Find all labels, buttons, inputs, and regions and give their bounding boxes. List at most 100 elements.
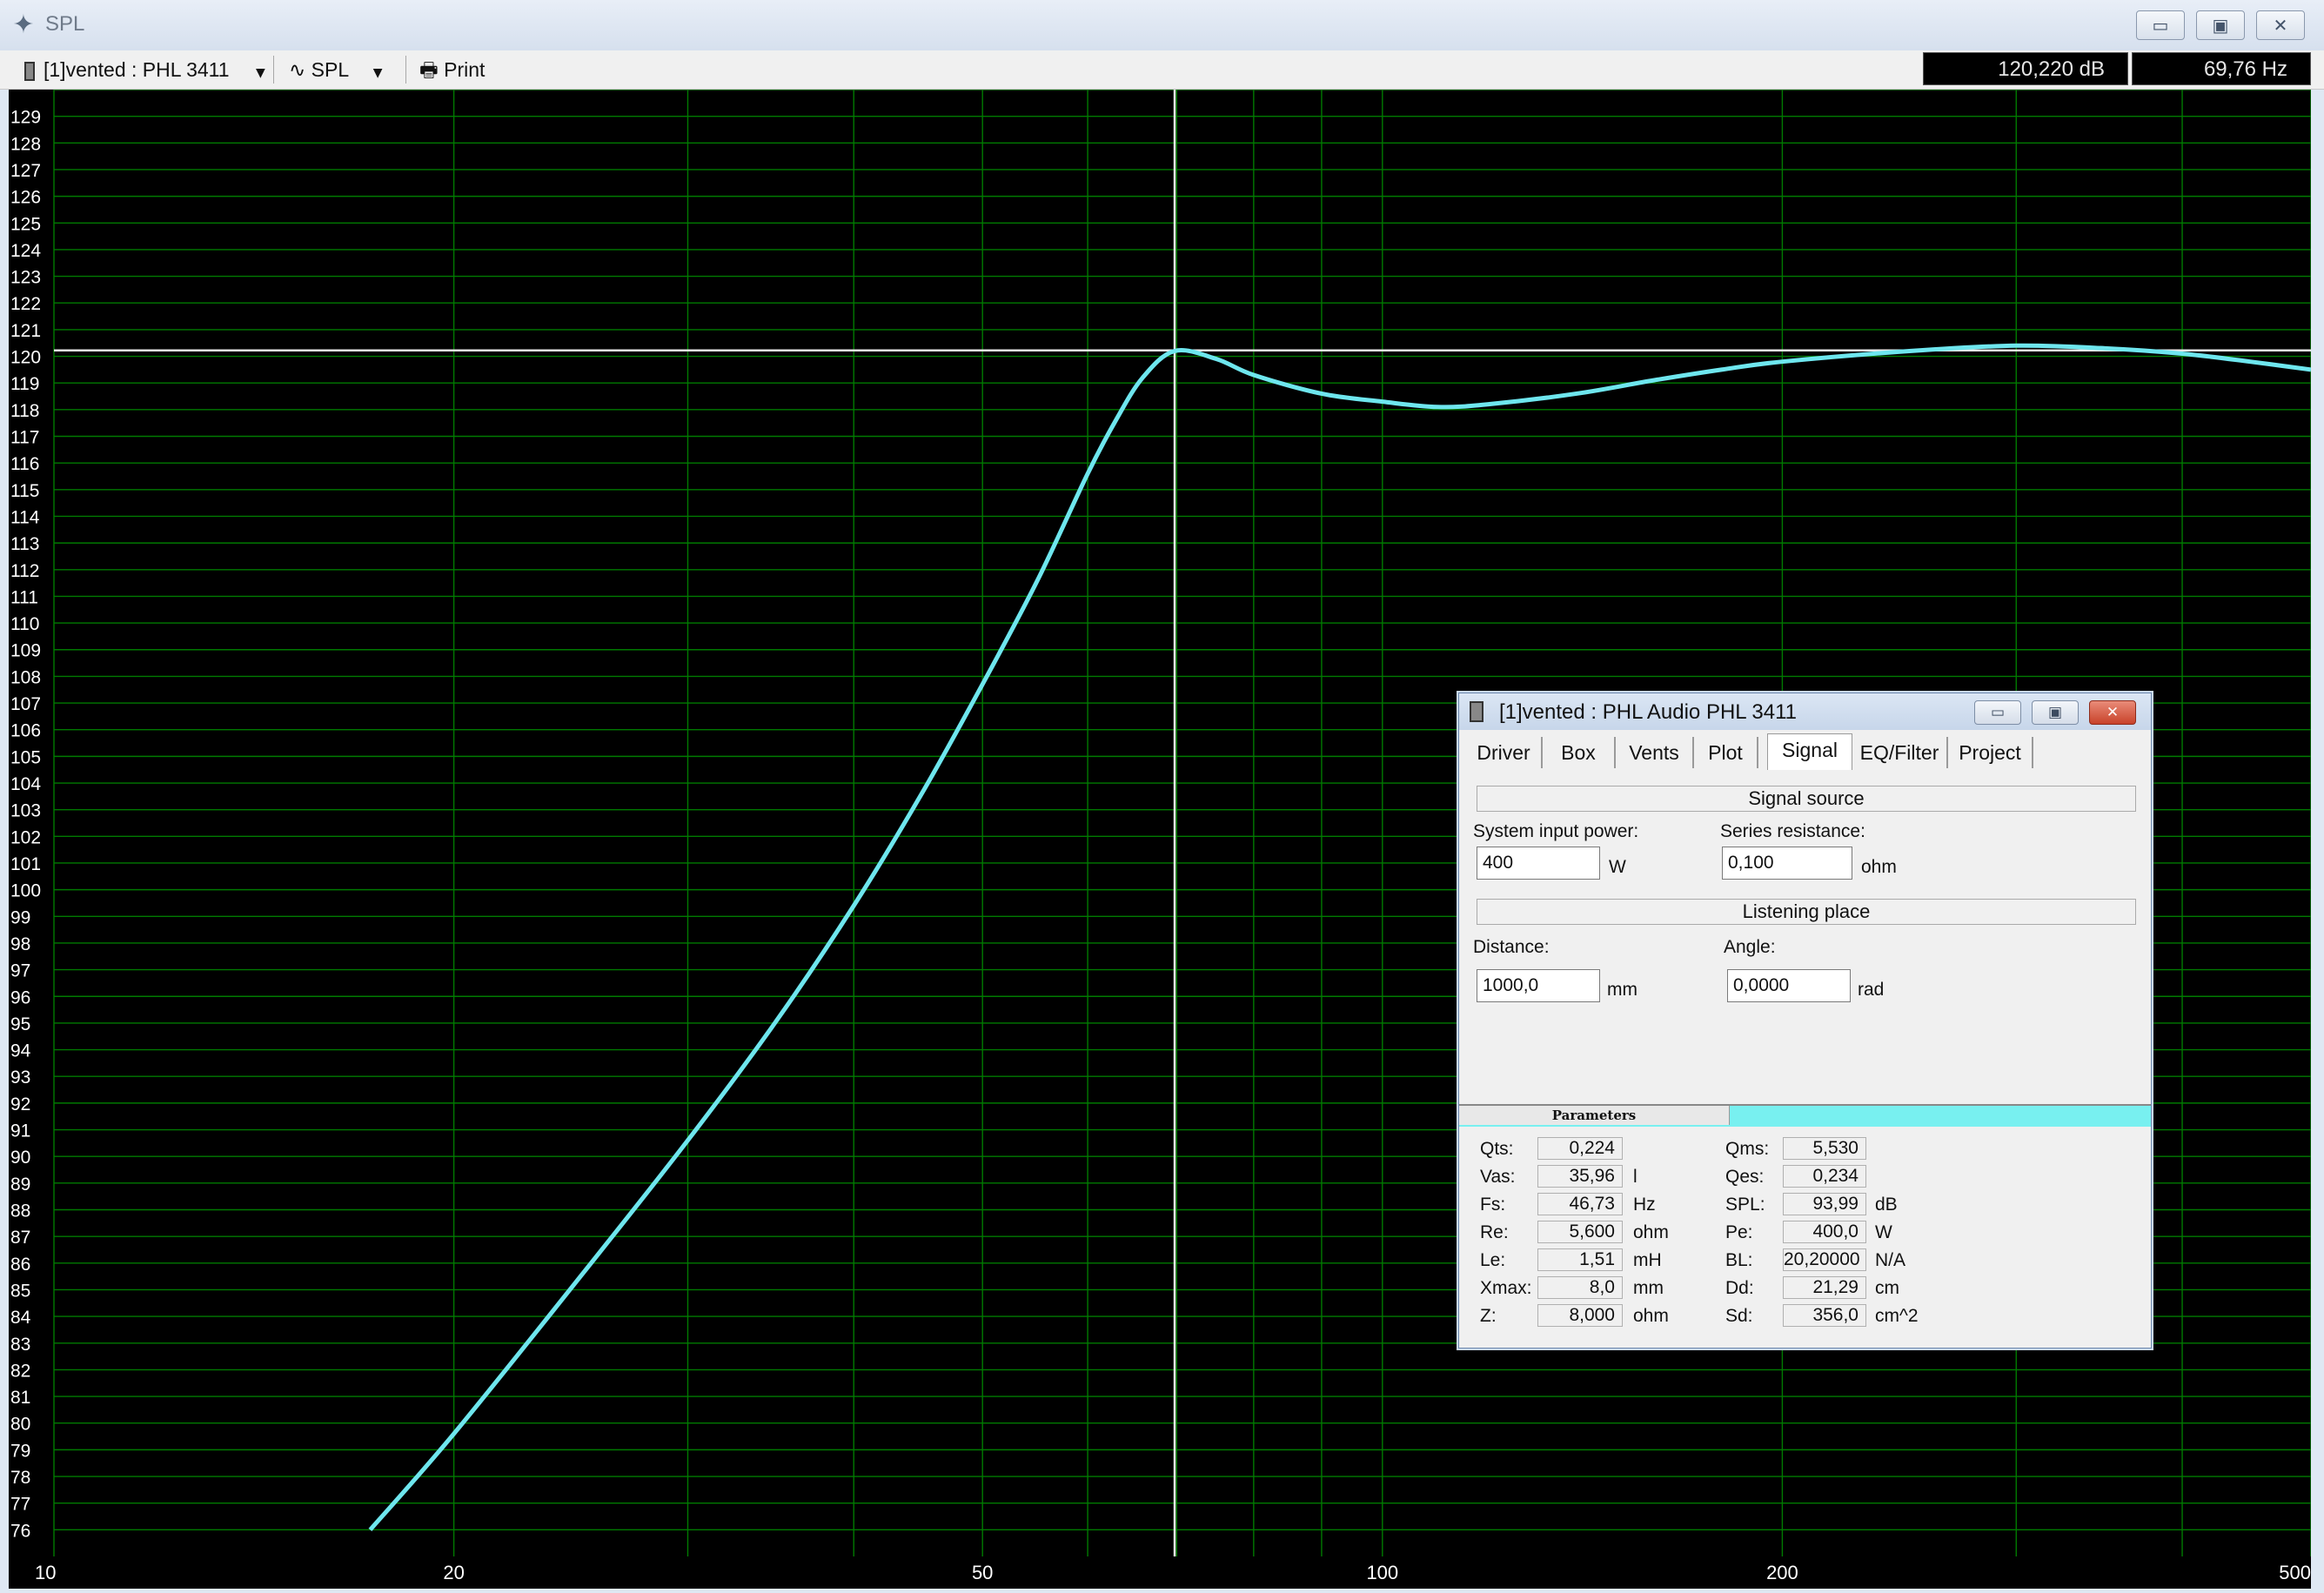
y-tick-label: 113	[10, 534, 39, 554]
project-dialog: [1]vented : PHL Audio PHL 3411 ▭ ▣ ✕ Dri…	[1458, 693, 2152, 1349]
param-label: Qts:	[1480, 1139, 1514, 1159]
tab-signal[interactable]: Signal	[1767, 733, 1852, 770]
param-unit: l	[1633, 1167, 1638, 1187]
printer-icon: 🖶	[419, 59, 439, 82]
y-tick-label: 128	[10, 134, 41, 154]
angle-label: Angle:	[1724, 937, 1776, 957]
y-tick-label: 125	[10, 214, 41, 234]
y-tick-label: 97	[10, 961, 30, 981]
param-unit: W	[1875, 1222, 1892, 1242]
param-value: 5,530	[1783, 1137, 1866, 1160]
distance-unit: mm	[1607, 980, 1638, 1000]
minimize-button[interactable]: ▭	[2136, 10, 2185, 40]
y-tick-label: 90	[10, 1148, 30, 1168]
y-tick-label: 95	[10, 1014, 30, 1034]
x-tick-label: 200	[1766, 1562, 1798, 1583]
angle-input[interactable]: 0,0000	[1727, 969, 1851, 1002]
y-tick-label: 115	[10, 481, 39, 501]
param-label: BL:	[1725, 1250, 1753, 1270]
y-tick-label: 96	[10, 987, 30, 1007]
x-tick-label: 50	[972, 1562, 993, 1583]
power-label: System input power:	[1473, 821, 1639, 841]
y-tick-label: 102	[10, 827, 41, 847]
y-tick-label: 85	[10, 1281, 30, 1301]
y-tick-label: 121	[10, 321, 41, 341]
dialog-minimize-button[interactable]: ▭	[1974, 700, 2021, 725]
param-value: 8,000	[1537, 1304, 1623, 1327]
y-tick-label: 103	[10, 801, 41, 821]
param-unit: cm	[1875, 1278, 1899, 1298]
y-tick-label: 82	[10, 1361, 30, 1381]
param-value: 0,234	[1783, 1165, 1866, 1188]
resistance-label: Series resistance:	[1720, 821, 1865, 841]
y-tick-label: 101	[10, 854, 41, 874]
param-label: Sd:	[1725, 1306, 1753, 1326]
param-label: Le:	[1480, 1250, 1506, 1270]
param-value: 21,29	[1783, 1276, 1866, 1299]
project-select[interactable]: [1]vented : PHL 3411 ▼	[24, 57, 265, 82]
y-tick-label: 110	[10, 614, 39, 634]
view-select[interactable]: ∿ SPL ▼	[289, 57, 382, 82]
y-tick-label: 92	[10, 1094, 30, 1114]
param-value: 35,96	[1537, 1165, 1623, 1188]
y-tick-label: 107	[10, 694, 41, 714]
y-tick-label: 78	[10, 1468, 30, 1488]
y-tick-label: 117	[10, 428, 39, 448]
y-tick-label: 109	[10, 641, 41, 661]
y-tick-label: 105	[10, 747, 41, 767]
param-value: 400,0	[1783, 1221, 1866, 1243]
tab-project[interactable]: Project	[1948, 737, 2033, 768]
y-tick-label: 129	[10, 108, 41, 128]
dialog-maximize-button[interactable]: ▣	[2032, 700, 2079, 725]
y-tick-label: 98	[10, 934, 30, 954]
resistance-unit: ohm	[1861, 857, 1897, 877]
tab-driver[interactable]: Driver	[1466, 737, 1543, 768]
param-label: Z:	[1480, 1306, 1497, 1326]
x-tick-label: 10	[35, 1562, 56, 1583]
y-tick-label: 120	[10, 348, 41, 368]
listening-place-header: Listening place	[1477, 899, 2136, 925]
y-tick-label: 111	[10, 587, 38, 607]
y-tick-label: 86	[10, 1255, 30, 1275]
dialog-close-button[interactable]: ✕	[2089, 700, 2136, 725]
dialog-titlebar[interactable]: [1]vented : PHL Audio PHL 3411 ▭ ▣ ✕	[1459, 693, 2151, 730]
y-tick-label: 77	[10, 1495, 30, 1515]
close-button[interactable]: ✕	[2256, 10, 2305, 40]
tab-vents[interactable]: Vents	[1616, 737, 1694, 768]
window-titlebar: ✦ SPL ▭ ▣ ✕	[0, 0, 2324, 50]
resistance-input[interactable]: 0,100	[1722, 847, 1852, 880]
y-tick-label: 83	[10, 1335, 30, 1355]
distance-label: Distance:	[1473, 937, 1550, 957]
crosshair-icon: ✦	[12, 10, 35, 39]
print-button[interactable]: 🖶 Print	[419, 57, 485, 82]
frequency-readout: 69,76 Hz	[2132, 52, 2311, 85]
speaker-icon	[1470, 701, 1483, 722]
tab-box[interactable]: Box	[1543, 737, 1616, 768]
param-value: 93,99	[1783, 1193, 1866, 1215]
signal-source-header: Signal source	[1477, 786, 2136, 812]
param-value: 0,224	[1537, 1137, 1623, 1160]
param-value: 1,51	[1537, 1248, 1623, 1271]
param-label: Fs:	[1480, 1195, 1506, 1215]
y-tick-label: 116	[10, 454, 39, 474]
tab-eq-filter[interactable]: EQ/Filter	[1852, 737, 1948, 768]
parameters-panel-header: Parameters	[1459, 1104, 2151, 1127]
x-tick-label: 20	[443, 1562, 464, 1583]
y-tick-label: 81	[10, 1388, 30, 1408]
param-unit: ohm	[1633, 1222, 1669, 1242]
view-select-label: SPL	[311, 58, 349, 81]
tab-plot[interactable]: Plot	[1694, 737, 1758, 768]
param-unit: Hz	[1633, 1195, 1656, 1215]
param-unit: ohm	[1633, 1306, 1669, 1326]
param-unit: cm^2	[1875, 1306, 1919, 1326]
param-label: Xmax:	[1480, 1278, 1532, 1298]
parameters-tab[interactable]: Parameters	[1459, 1106, 1730, 1125]
power-input[interactable]: 400	[1477, 847, 1600, 880]
distance-input[interactable]: 1000,0	[1477, 969, 1600, 1002]
y-tick-label: 124	[10, 241, 41, 261]
y-tick-label: 91	[10, 1121, 30, 1141]
maximize-button[interactable]: ▣	[2196, 10, 2245, 40]
x-tick-label: 500	[2279, 1562, 2311, 1583]
print-label: Print	[444, 58, 486, 81]
dropdown-arrow-icon: ▼	[372, 66, 383, 80]
